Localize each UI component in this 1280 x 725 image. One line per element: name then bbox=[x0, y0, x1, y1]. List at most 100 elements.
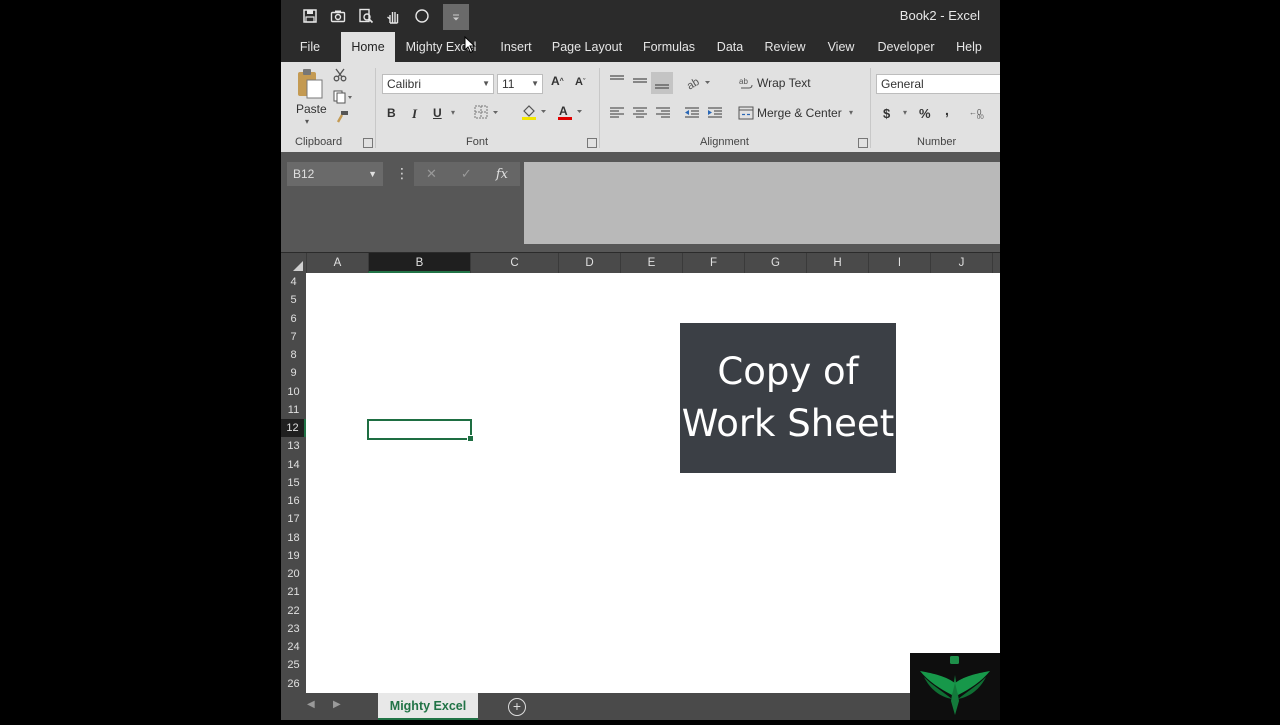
currency-dropdown-icon[interactable]: ▾ bbox=[903, 108, 907, 117]
touch-mode-icon[interactable] bbox=[383, 4, 405, 28]
print-preview-icon[interactable] bbox=[355, 4, 377, 28]
font-color-icon[interactable]: A bbox=[557, 104, 585, 120]
row-header[interactable]: 24 bbox=[281, 638, 306, 656]
select-all-button[interactable] bbox=[281, 253, 306, 273]
fill-color-icon[interactable] bbox=[521, 104, 549, 120]
column-header[interactable]: J bbox=[930, 253, 992, 273]
format-painter-icon[interactable] bbox=[335, 110, 349, 124]
column-header[interactable]: E bbox=[620, 253, 682, 273]
enter-icon[interactable]: ✓ bbox=[461, 166, 472, 182]
row-header[interactable]: 17 bbox=[281, 510, 306, 528]
circle-icon[interactable] bbox=[411, 4, 433, 28]
align-right-icon[interactable] bbox=[655, 106, 671, 120]
bold-button[interactable]: B bbox=[387, 106, 396, 120]
column-header[interactable]: H bbox=[806, 253, 868, 273]
merge-center-button[interactable]: Merge & Center bbox=[757, 106, 842, 120]
row-header[interactable]: 8 bbox=[281, 346, 306, 364]
tab-data[interactable]: Data bbox=[713, 32, 747, 62]
copy-icon[interactable] bbox=[333, 90, 353, 104]
align-center-icon[interactable] bbox=[632, 106, 648, 120]
decrease-indent-icon[interactable] bbox=[684, 106, 700, 120]
column-header[interactable]: D bbox=[558, 253, 620, 273]
tab-formulas[interactable]: Formulas bbox=[639, 32, 699, 62]
tab-page-layout[interactable]: Page Layout bbox=[551, 32, 623, 62]
row-header[interactable]: 16 bbox=[281, 492, 306, 510]
column-header-selected[interactable]: B bbox=[368, 253, 470, 273]
tab-developer[interactable]: Developer bbox=[875, 32, 937, 62]
percent-button[interactable]: % bbox=[919, 106, 931, 121]
more-options-icon[interactable]: ⋮ bbox=[395, 166, 409, 180]
tab-home[interactable]: Home bbox=[341, 32, 395, 62]
row-header[interactable]: 26 bbox=[281, 675, 306, 693]
active-cell[interactable] bbox=[367, 419, 474, 442]
increase-decimal-icon[interactable]: ←0 00 bbox=[969, 105, 989, 119]
wrap-text-button[interactable]: Wrap Text bbox=[757, 76, 811, 90]
tab-insert[interactable]: Insert bbox=[495, 32, 537, 62]
decrease-font-size-icon[interactable]: Aˇ bbox=[575, 76, 585, 88]
insert-function-icon[interactable]: fx bbox=[496, 167, 508, 182]
column-header[interactable]: I bbox=[868, 253, 930, 273]
customize-qat-icon[interactable] bbox=[443, 4, 469, 30]
number-format-select[interactable]: General bbox=[876, 74, 1000, 94]
row-header[interactable]: 9 bbox=[281, 364, 306, 382]
row-header[interactable]: 19 bbox=[281, 547, 306, 565]
bottom-align-icon[interactable] bbox=[651, 72, 673, 94]
font-name-select[interactable]: Calibri ▼ bbox=[382, 74, 494, 94]
next-sheet-icon[interactable]: ▶ bbox=[333, 699, 341, 710]
row-header[interactable]: 20 bbox=[281, 565, 306, 583]
row-header[interactable]: 6 bbox=[281, 310, 306, 328]
alignment-launcher-icon[interactable] bbox=[858, 138, 868, 148]
row-header[interactable]: 10 bbox=[281, 383, 306, 401]
tab-file[interactable]: File bbox=[293, 32, 327, 62]
cancel-icon[interactable]: ✕ bbox=[426, 166, 437, 182]
camera-icon[interactable] bbox=[327, 4, 349, 28]
middle-align-icon[interactable] bbox=[632, 74, 648, 88]
align-left-icon[interactable] bbox=[609, 106, 625, 120]
wrap-text-icon[interactable]: ab bbox=[739, 76, 753, 90]
top-align-icon[interactable] bbox=[609, 74, 625, 88]
row-header[interactable]: 7 bbox=[281, 328, 306, 346]
row-header[interactable]: 25 bbox=[281, 656, 306, 674]
row-header[interactable]: 23 bbox=[281, 620, 306, 638]
italic-button[interactable]: I bbox=[412, 106, 417, 122]
borders-icon[interactable] bbox=[474, 105, 500, 119]
row-header[interactable]: 11 bbox=[281, 401, 306, 419]
font-launcher-icon[interactable] bbox=[587, 138, 597, 148]
save-icon[interactable] bbox=[299, 4, 321, 28]
row-header[interactable]: 21 bbox=[281, 583, 306, 601]
underline-dropdown-icon[interactable]: ▾ bbox=[451, 108, 455, 117]
previous-sheet-icon[interactable]: ◀ bbox=[307, 699, 315, 710]
comma-button[interactable]: , bbox=[945, 102, 949, 118]
column-header[interactable]: G bbox=[744, 253, 806, 273]
clipboard-launcher-icon[interactable] bbox=[363, 138, 373, 148]
increase-font-size-icon[interactable]: A ^ bbox=[551, 74, 564, 88]
row-header[interactable]: 4 bbox=[281, 273, 306, 291]
tab-view[interactable]: View bbox=[825, 32, 857, 62]
row-header[interactable]: 18 bbox=[281, 529, 306, 547]
tab-review[interactable]: Review bbox=[761, 32, 809, 62]
merge-center-icon[interactable] bbox=[738, 106, 754, 120]
font-size-select[interactable]: 11 ▼ bbox=[497, 74, 543, 94]
row-header[interactable]: 22 bbox=[281, 602, 306, 620]
paste-button[interactable] bbox=[295, 68, 325, 100]
paste-dropdown-icon[interactable]: ▾ bbox=[305, 117, 309, 126]
cut-icon[interactable] bbox=[333, 68, 347, 82]
add-sheet-icon[interactable]: + bbox=[508, 698, 526, 716]
column-header[interactable] bbox=[992, 253, 1000, 273]
orientation-icon[interactable]: ab bbox=[685, 74, 713, 90]
row-header[interactable]: 5 bbox=[281, 291, 306, 309]
sheet-tab-mighty-excel[interactable]: Mighty Excel bbox=[378, 693, 478, 720]
row-header[interactable]: 14 bbox=[281, 456, 306, 474]
column-header[interactable]: A bbox=[306, 253, 368, 273]
row-header-selected[interactable]: 12 bbox=[281, 419, 306, 438]
underline-button[interactable]: U bbox=[433, 106, 442, 120]
name-box[interactable]: B12 ▼ bbox=[287, 162, 383, 186]
formula-input[interactable] bbox=[524, 162, 1000, 244]
currency-button[interactable]: $ bbox=[883, 106, 890, 121]
increase-indent-icon[interactable] bbox=[707, 106, 723, 120]
column-header[interactable]: C bbox=[470, 253, 558, 273]
row-header[interactable]: 13 bbox=[281, 437, 306, 455]
tab-help[interactable]: Help bbox=[953, 32, 985, 62]
row-header[interactable]: 15 bbox=[281, 474, 306, 492]
column-header[interactable]: F bbox=[682, 253, 744, 273]
